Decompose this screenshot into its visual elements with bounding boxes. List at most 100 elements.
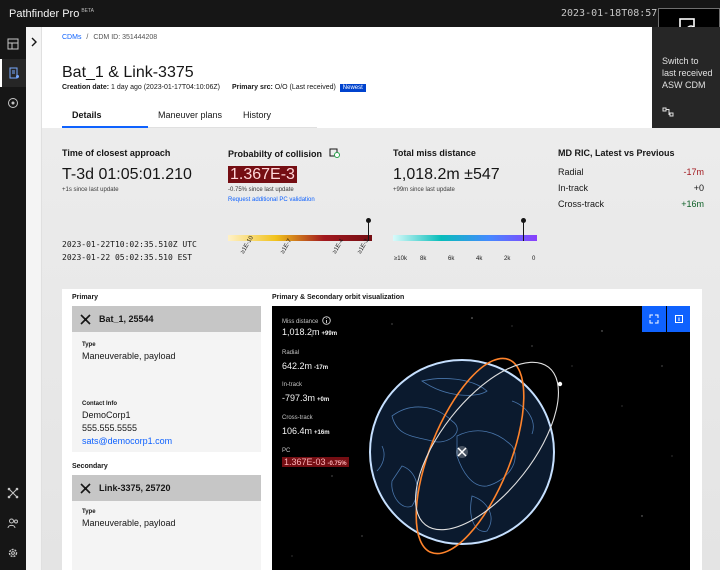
switch-message-line: Switch to bbox=[662, 56, 699, 66]
ric-row-radial: Radial -17m bbox=[558, 167, 704, 183]
switch-message-line: last received bbox=[662, 68, 713, 78]
miss-scale-bar bbox=[393, 235, 537, 241]
viz-miss-delta: +99m bbox=[321, 331, 338, 337]
tab-details[interactable]: Details bbox=[72, 110, 102, 120]
tca-value: T-3d 01:05:01.210 bbox=[62, 166, 192, 183]
ric-row-value: +16m bbox=[681, 199, 704, 209]
nav-dashboard[interactable] bbox=[0, 30, 26, 58]
nav-users[interactable] bbox=[0, 509, 26, 537]
primary-contact-name: DemoCorp1 bbox=[82, 410, 131, 420]
cdm-switch-panel[interactable]: Switch to last received ASW CDM bbox=[652, 27, 720, 128]
info-icon[interactable] bbox=[322, 316, 331, 325]
viz-intrack-value-text: -797.3m bbox=[282, 393, 316, 403]
viz-pc-delta: -0.75% bbox=[327, 461, 347, 467]
viz-crosstrack-value-text: 106.4m bbox=[282, 426, 313, 436]
viz-radial-value-text: 642.2m bbox=[282, 361, 313, 371]
left-nav-rail bbox=[0, 27, 26, 570]
viz-radial-delta: -17m bbox=[314, 365, 329, 371]
viz-radial-label: Radial bbox=[282, 350, 300, 356]
pc-info-icon[interactable] bbox=[329, 148, 340, 158]
newest-badge: Newest bbox=[339, 84, 366, 92]
nav-connections[interactable] bbox=[0, 479, 26, 507]
tab-history[interactable]: History bbox=[243, 110, 271, 120]
primary-src-label: Primary src: bbox=[231, 84, 273, 91]
ric-row-value: +0 bbox=[693, 183, 704, 193]
pc-value: 1.367E-3 bbox=[228, 166, 297, 184]
dashboard-icon bbox=[7, 38, 19, 50]
ric-row-value: -17m bbox=[683, 167, 704, 177]
orbit-globe-graphic bbox=[291, 317, 673, 557]
breadcrumb-cdms[interactable]: CDMs bbox=[62, 34, 81, 41]
miss-distance-value: 1,018.2m ±547 bbox=[393, 166, 500, 183]
viz-crosstrack-value: 106.4m +16m bbox=[282, 426, 330, 436]
chevron-right-icon bbox=[31, 37, 37, 47]
viz-intrack-label: In-track bbox=[282, 382, 303, 388]
pc-delta: -0.75% since last update bbox=[228, 187, 294, 193]
viz-pc-label: PC bbox=[282, 448, 291, 454]
primary-contact-email[interactable]: sats@democorp1.com bbox=[82, 436, 172, 446]
viz-intrack-value: -797.3m +0m bbox=[282, 393, 329, 403]
cdm-meta: Creation date: 1 day ago (2023-01-17T04:… bbox=[62, 84, 366, 92]
breadcrumb-separator: / bbox=[86, 34, 89, 41]
tca-est-timestamp: 2023-01-22 05:02:35.510 EST bbox=[62, 253, 193, 262]
ric-label: MD RIC, Latest vs Previous bbox=[558, 148, 675, 158]
primary-type-label: Type bbox=[82, 342, 96, 348]
primary-contact-label: Contact Info bbox=[82, 401, 117, 407]
miss-scale-marker bbox=[522, 221, 524, 241]
secondary-object-header[interactable]: Link-3375, 25720 bbox=[72, 475, 261, 501]
viz-miss-label: Miss distance bbox=[282, 316, 331, 325]
viz-pc-value: 1.367E-03 -0.75% bbox=[282, 457, 349, 467]
primary-object-header[interactable]: Bat_1, 25544 bbox=[72, 306, 261, 332]
miss-scale-marker-dot bbox=[520, 218, 526, 223]
tca-label: Time of closest approach bbox=[62, 148, 171, 158]
nav-orbits[interactable] bbox=[0, 89, 26, 117]
viz-miss-label-text: Miss distance bbox=[282, 319, 319, 325]
nav-cdms[interactable] bbox=[0, 59, 26, 87]
viz-miss-value-text: 1,018.2m bbox=[282, 327, 320, 337]
tab-maneuver-plans[interactable]: Maneuver plans bbox=[158, 110, 222, 120]
miss-tick: 2k bbox=[504, 256, 511, 262]
switch-message: Switch to last received ASW CDM bbox=[662, 55, 713, 91]
breadcrumb: CDMs / CDM ID: 351444208 bbox=[62, 34, 157, 41]
pc-scale-marker bbox=[367, 221, 369, 241]
pc-scale-marker-dot bbox=[365, 218, 371, 223]
page-header: CDMs / CDM ID: 351444208 Bat_1 & Link-33… bbox=[42, 27, 658, 128]
tca-delta: +1s since last update bbox=[62, 187, 119, 193]
switch-message-line: ASW CDM bbox=[662, 80, 706, 90]
viz-pc-value-text: 1.367E-03 bbox=[284, 457, 326, 467]
pc-value-highlight: 1.367E-3 bbox=[228, 166, 297, 183]
orbit-viz-title: Primary & Secondary orbit visualization bbox=[272, 294, 405, 301]
request-pc-validation-link[interactable]: Request additional PC validation bbox=[228, 197, 315, 203]
nav-settings[interactable] bbox=[0, 539, 26, 567]
viz-intrack-delta: +0m bbox=[317, 397, 330, 403]
side-panel-toggle[interactable] bbox=[26, 27, 42, 570]
flow-icon bbox=[662, 107, 674, 117]
ric-row-name: Cross-track bbox=[558, 199, 605, 209]
beta-tag: BETA bbox=[81, 8, 95, 15]
ric-row-crosstrack: Cross-track +16m bbox=[558, 199, 704, 215]
app-brand[interactable]: Pathfinder Pro BETA bbox=[9, 8, 94, 20]
satellite-icon bbox=[80, 482, 91, 494]
fullscreen-button[interactable] bbox=[642, 306, 666, 332]
layers-button[interactable] bbox=[667, 306, 690, 332]
gear-icon bbox=[8, 548, 18, 558]
primary-object-name: Bat_1, 25544 bbox=[99, 314, 154, 324]
orbit-visualization[interactable]: Miss distance 1,018.2m +99m Radial 642.2m… bbox=[272, 306, 690, 570]
network-icon bbox=[7, 487, 19, 499]
viz-radial-value: 642.2m -17m bbox=[282, 361, 328, 371]
pc-label-text: Probabilty of collision bbox=[228, 149, 323, 159]
miss-distance-label: Total miss distance bbox=[393, 148, 476, 158]
viz-miss-value: 1,018.2m +99m bbox=[282, 327, 337, 337]
app-name: Pathfinder Pro bbox=[9, 8, 80, 20]
ric-row-intrack: In-track +0 bbox=[558, 183, 704, 199]
orbit-target-icon bbox=[8, 98, 18, 108]
primary-object-details: Type Maneuverable, payload Contact Info … bbox=[72, 332, 261, 452]
miss-tick: 6k bbox=[448, 256, 455, 262]
document-list-icon bbox=[9, 67, 19, 79]
primary-src-value: O/O (Last received) bbox=[274, 84, 336, 91]
page-title: Bat_1 & Link-3375 bbox=[62, 64, 194, 81]
secondary-object-details: Type Maneuverable, payload bbox=[72, 501, 261, 570]
secondary-type-value: Maneuverable, payload bbox=[82, 518, 176, 528]
miss-tick: 0 bbox=[532, 256, 536, 262]
primary-section-label: Primary bbox=[72, 294, 99, 301]
